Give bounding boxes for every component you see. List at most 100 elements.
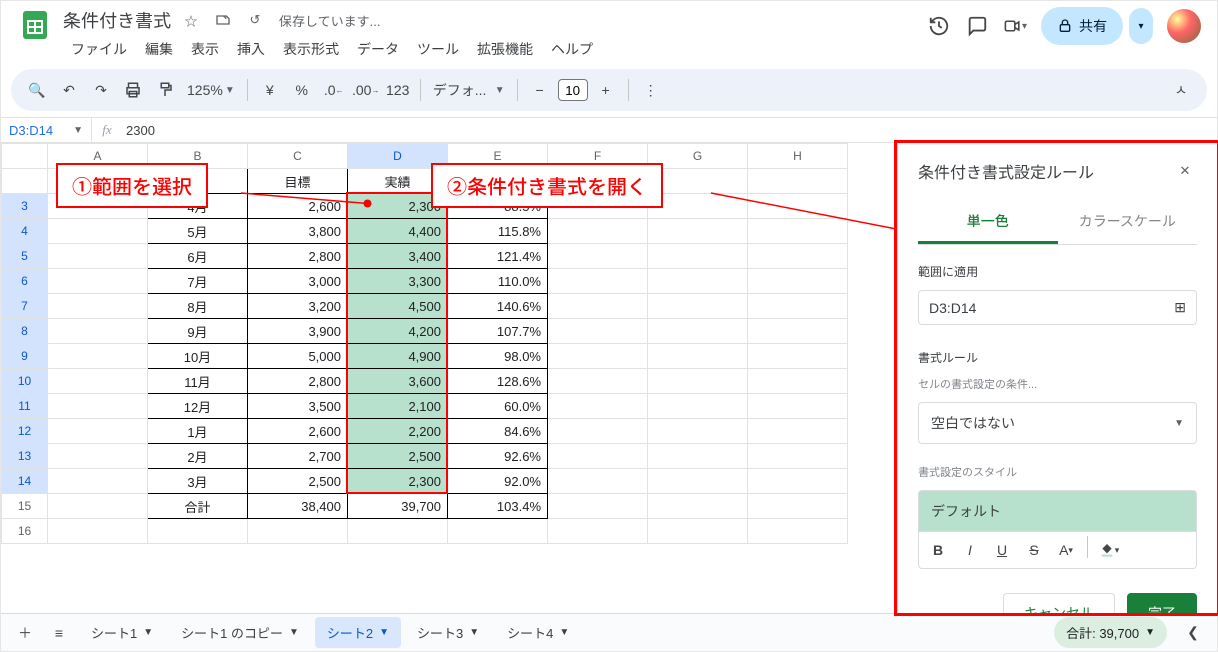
- star-icon[interactable]: ☆: [179, 8, 203, 32]
- row-header-16[interactable]: 16: [2, 519, 48, 544]
- cell-E16[interactable]: [448, 519, 548, 544]
- cell-G11[interactable]: [648, 394, 748, 419]
- row-header-13[interactable]: 13: [2, 444, 48, 469]
- percent-icon[interactable]: %: [288, 76, 316, 104]
- more-formats-icon[interactable]: 123: [384, 76, 412, 104]
- cell-F8[interactable]: [548, 319, 648, 344]
- cell-H6[interactable]: [748, 269, 848, 294]
- cell-D12[interactable]: 2,200: [348, 419, 448, 444]
- cell-B15[interactable]: 合計: [148, 494, 248, 519]
- row-header-4[interactable]: 4: [2, 219, 48, 244]
- cell-E13[interactable]: 92.6%: [448, 444, 548, 469]
- col-header-C[interactable]: C: [248, 144, 348, 169]
- cell-D13[interactable]: 2,500: [348, 444, 448, 469]
- cell-B11[interactable]: 12月: [148, 394, 248, 419]
- move-icon[interactable]: [211, 8, 235, 32]
- tab-single-color[interactable]: 単一色: [918, 201, 1058, 244]
- row-header-3[interactable]: 3: [2, 194, 48, 219]
- row-header-[interactable]: [2, 169, 48, 194]
- cell-F5[interactable]: [548, 244, 648, 269]
- comments-icon[interactable]: [965, 14, 989, 38]
- cell-H16[interactable]: [748, 519, 848, 544]
- cell-H11[interactable]: [748, 394, 848, 419]
- cell-C7[interactable]: 3,200: [248, 294, 348, 319]
- all-sheets-icon[interactable]: ≡: [45, 619, 73, 647]
- cancel-button[interactable]: キャンセル: [1003, 593, 1115, 613]
- row-header-12[interactable]: 12: [2, 419, 48, 444]
- currency-icon[interactable]: ¥: [256, 76, 284, 104]
- cell-A15[interactable]: [48, 494, 148, 519]
- cell-E15[interactable]: 103.4%: [448, 494, 548, 519]
- cell-F10[interactable]: [548, 369, 648, 394]
- cell-D15[interactable]: 39,700: [348, 494, 448, 519]
- row-header-11[interactable]: 11: [2, 394, 48, 419]
- cell-E11[interactable]: 60.0%: [448, 394, 548, 419]
- cell-B14[interactable]: 3月: [148, 469, 248, 494]
- row-header-14[interactable]: 14: [2, 469, 48, 494]
- close-icon[interactable]: ✕: [1173, 159, 1197, 183]
- cell-B5[interactable]: 6月: [148, 244, 248, 269]
- increase-font-icon[interactable]: +: [592, 76, 620, 104]
- cell-F4[interactable]: [548, 219, 648, 244]
- avatar[interactable]: [1167, 9, 1201, 43]
- redo-icon[interactable]: ↷: [87, 76, 115, 104]
- condition-select[interactable]: 空白ではない ▼: [918, 402, 1197, 444]
- cell-C9[interactable]: 5,000: [248, 344, 348, 369]
- zoom-select[interactable]: 125%: [187, 76, 223, 104]
- sheet-tab-3[interactable]: シート3 ▼: [405, 617, 491, 648]
- cell-H4[interactable]: [748, 219, 848, 244]
- cell-E12[interactable]: 84.6%: [448, 419, 548, 444]
- row-header-10[interactable]: 10: [2, 369, 48, 394]
- cell-F14[interactable]: [548, 469, 648, 494]
- cell-B4[interactable]: 5月: [148, 219, 248, 244]
- cell-F11[interactable]: [548, 394, 648, 419]
- cell-D16[interactable]: [348, 519, 448, 544]
- history-icon[interactable]: [927, 14, 951, 38]
- share-dropdown[interactable]: ▾: [1129, 8, 1153, 44]
- cell-B10[interactable]: 11月: [148, 369, 248, 394]
- share-button[interactable]: 共有: [1041, 7, 1123, 45]
- sheet-tab-4[interactable]: シート4 ▼: [495, 617, 581, 648]
- cell-E5[interactable]: 121.4%: [448, 244, 548, 269]
- cell-H8[interactable]: [748, 319, 848, 344]
- decrease-decimal-icon[interactable]: .0←: [320, 76, 348, 104]
- add-sheet-icon[interactable]: ＋: [11, 619, 39, 647]
- cell-D5[interactable]: 3,400: [348, 244, 448, 269]
- cell-A16[interactable]: [48, 519, 148, 544]
- cell-G16[interactable]: [648, 519, 748, 544]
- cell-G5[interactable]: [648, 244, 748, 269]
- cell-A14[interactable]: [48, 469, 148, 494]
- print-icon[interactable]: [119, 76, 147, 104]
- cell-G7[interactable]: [648, 294, 748, 319]
- cell-C14[interactable]: 2,500: [248, 469, 348, 494]
- cell-E9[interactable]: 98.0%: [448, 344, 548, 369]
- menu-8[interactable]: ヘルプ: [543, 35, 601, 63]
- cell-D7[interactable]: 4,500: [348, 294, 448, 319]
- cell-F12[interactable]: [548, 419, 648, 444]
- cell-B13[interactable]: 2月: [148, 444, 248, 469]
- cell-B7[interactable]: 8月: [148, 294, 248, 319]
- grid-select-icon[interactable]: ⊞: [1174, 299, 1186, 316]
- cell-G15[interactable]: [648, 494, 748, 519]
- row-header-5[interactable]: 5: [2, 244, 48, 269]
- sheets-logo[interactable]: [17, 7, 53, 43]
- cell-C12[interactable]: 2,600: [248, 419, 348, 444]
- menu-4[interactable]: 表示形式: [275, 35, 347, 63]
- cell-G8[interactable]: [648, 319, 748, 344]
- cell-F6[interactable]: [548, 269, 648, 294]
- increase-decimal-icon[interactable]: .00→: [352, 76, 380, 104]
- cell-A8[interactable]: [48, 319, 148, 344]
- menu-5[interactable]: データ: [349, 35, 407, 63]
- cloud-status-icon[interactable]: ↺: [243, 8, 267, 32]
- cell-E4[interactable]: 115.8%: [448, 219, 548, 244]
- cell-H[interactable]: [748, 169, 848, 194]
- font-size-input[interactable]: [558, 79, 588, 101]
- cell-C10[interactable]: 2,800: [248, 369, 348, 394]
- cell-E10[interactable]: 128.6%: [448, 369, 548, 394]
- cell-H5[interactable]: [748, 244, 848, 269]
- cell-E8[interactable]: 107.7%: [448, 319, 548, 344]
- menu-0[interactable]: ファイル: [63, 35, 135, 63]
- menu-3[interactable]: 挿入: [229, 35, 273, 63]
- bold-icon[interactable]: B: [923, 536, 953, 564]
- name-box[interactable]: D3:D14 ▼: [1, 123, 91, 138]
